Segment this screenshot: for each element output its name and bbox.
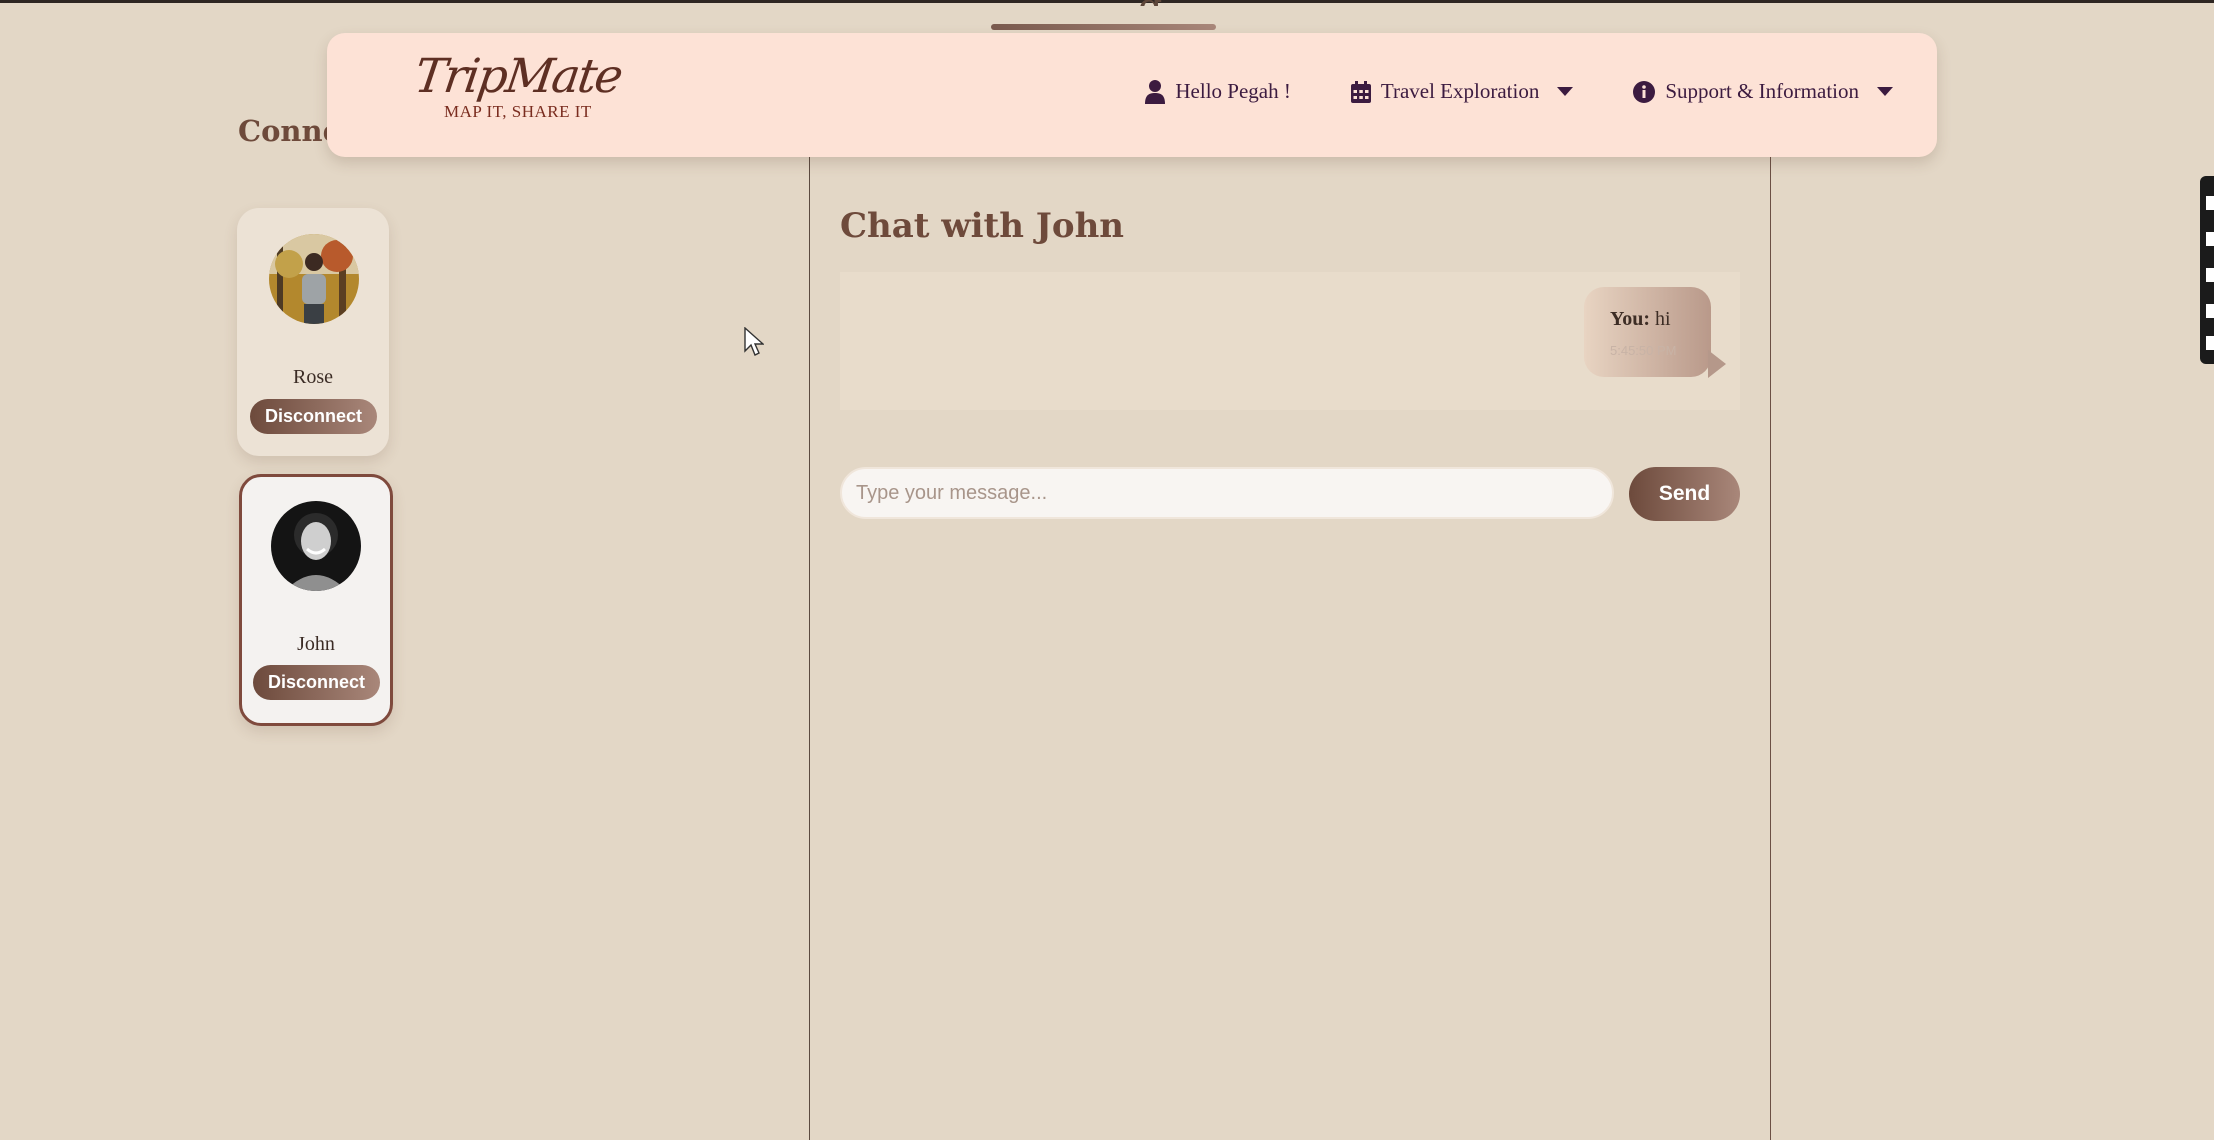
window-top-border bbox=[0, 0, 2214, 3]
mouse-pointer-icon bbox=[744, 327, 764, 356]
disconnect-button-rose[interactable]: Disconnect bbox=[250, 399, 377, 434]
info-circle-icon bbox=[1633, 80, 1656, 103]
message-bubble bbox=[1584, 287, 1711, 377]
nav-item-support-information-label: Support & Information bbox=[1665, 79, 1859, 103]
message-timestamp: 5:45:50 PM bbox=[1610, 343, 1677, 358]
message-input[interactable] bbox=[840, 467, 1614, 519]
message-sender: You: bbox=[1610, 308, 1651, 330]
side-tab-icon bbox=[2206, 336, 2214, 350]
page-heading-fragment: g bbox=[1138, 0, 1170, 6]
connection-card-rose[interactable]: Rose Disconnect bbox=[237, 208, 389, 456]
avatar bbox=[269, 234, 359, 324]
side-tab-icon bbox=[2206, 304, 2214, 318]
logo-tagline: MAP IT, SHARE IT bbox=[444, 102, 592, 121]
send-button[interactable]: Send bbox=[1629, 467, 1740, 521]
chat-title: Chat with John bbox=[840, 206, 1125, 246]
disconnect-button-john[interactable]: Disconnect bbox=[253, 665, 380, 700]
nav-item-profile-label: Hello Pegah ! bbox=[1175, 79, 1291, 103]
nav-item-profile[interactable]: Hello Pegah ! bbox=[1145, 79, 1291, 104]
logo-name: TripMate bbox=[411, 49, 625, 104]
connection-name: Rose bbox=[293, 366, 333, 388]
message-bubble-tail bbox=[1708, 350, 1726, 378]
side-tab-icon bbox=[2206, 196, 2214, 210]
nav-item-support-information[interactable]: Support & Information bbox=[1633, 79, 1893, 104]
message-text: You: hi bbox=[1610, 308, 1671, 331]
nav-menu: Hello Pegah ! Travel Exploration Support… bbox=[1145, 79, 1893, 104]
tripmate-logo[interactable]: TripMate MAP IT, SHARE IT bbox=[411, 49, 625, 122]
connection-name: John bbox=[297, 633, 335, 655]
chevron-down-icon bbox=[1877, 86, 1893, 96]
calendar-icon bbox=[1350, 80, 1371, 103]
message-body: hi bbox=[1655, 308, 1671, 330]
top-navbar: TripMate MAP IT, SHARE IT Hello Pegah ! bbox=[327, 33, 1937, 157]
side-extension-tab[interactable] bbox=[2200, 176, 2214, 364]
side-tab-icon bbox=[2206, 232, 2214, 246]
avatar bbox=[271, 501, 361, 591]
chevron-down-icon bbox=[1557, 86, 1574, 96]
page-heading-underline bbox=[991, 24, 1216, 30]
nav-item-travel-exploration-label: Travel Exploration bbox=[1380, 79, 1540, 103]
side-tab-icon bbox=[2206, 268, 2214, 282]
user-icon bbox=[1145, 79, 1166, 104]
connection-card-john[interactable]: John Disconnect bbox=[239, 474, 393, 726]
nav-item-travel-exploration[interactable]: Travel Exploration bbox=[1350, 79, 1574, 104]
